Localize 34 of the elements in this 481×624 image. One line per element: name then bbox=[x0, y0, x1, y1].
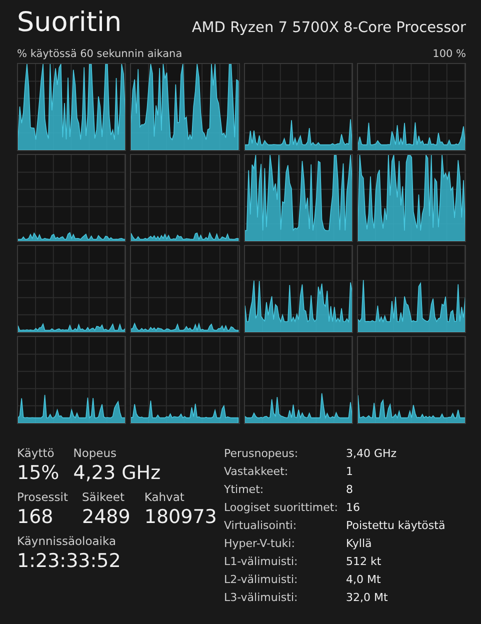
detail-value: 8 bbox=[346, 482, 354, 498]
stat-label: Käyttö bbox=[17, 446, 56, 460]
detail-value: Kyllä bbox=[346, 536, 373, 552]
graph-caption: % käytössä 60 sekunnin aikana bbox=[17, 48, 182, 60]
stat-value: 15% bbox=[17, 462, 60, 484]
stat-value: 180973 bbox=[144, 506, 217, 528]
detail-label: Hyper-V-tuki: bbox=[224, 536, 296, 552]
stat-label: Kahvat bbox=[144, 490, 186, 504]
detail-label: Vastakkeet: bbox=[224, 464, 290, 480]
page-title: Suoritin bbox=[17, 6, 122, 40]
detail-value: 1 bbox=[346, 464, 354, 480]
stat-label: Prosessit bbox=[17, 490, 68, 504]
detail-label: Ytimet: bbox=[224, 482, 265, 498]
stat-label: Nopeus bbox=[73, 446, 118, 460]
detail-value: Poistettu käytöstä bbox=[346, 518, 446, 534]
detail-value: 32,0 Mt bbox=[346, 590, 389, 606]
detail-label: Perusnopeus: bbox=[224, 446, 300, 462]
detail-value: 16 bbox=[346, 500, 361, 516]
detail-label: L3-välimuisti: bbox=[224, 590, 299, 606]
detail-value: 3,40 GHz bbox=[346, 446, 398, 462]
stat-label: Käynnissäoloaika bbox=[17, 534, 118, 548]
detail-label: Loogiset suorittimet: bbox=[224, 500, 339, 516]
processor-name: AMD Ryzen 7 5700X 8-Core Processor bbox=[192, 20, 466, 36]
detail-label: L1-välimuisti: bbox=[224, 554, 299, 570]
detail-value: 512 kt bbox=[346, 554, 382, 570]
stat-value: 4,23 GHz bbox=[73, 462, 161, 484]
stat-label: Säikeet bbox=[82, 490, 126, 504]
detail-value: 4,0 Mt bbox=[346, 572, 382, 588]
stat-value: 1:23:33:52 bbox=[17, 550, 121, 572]
detail-label: Virtualisointi: bbox=[224, 518, 298, 534]
stat-value: 168 bbox=[17, 506, 54, 528]
stat-value: 2489 bbox=[82, 506, 130, 528]
graph-max-label: 100 % bbox=[432, 48, 466, 60]
detail-label: L2-välimuisti: bbox=[224, 572, 299, 588]
